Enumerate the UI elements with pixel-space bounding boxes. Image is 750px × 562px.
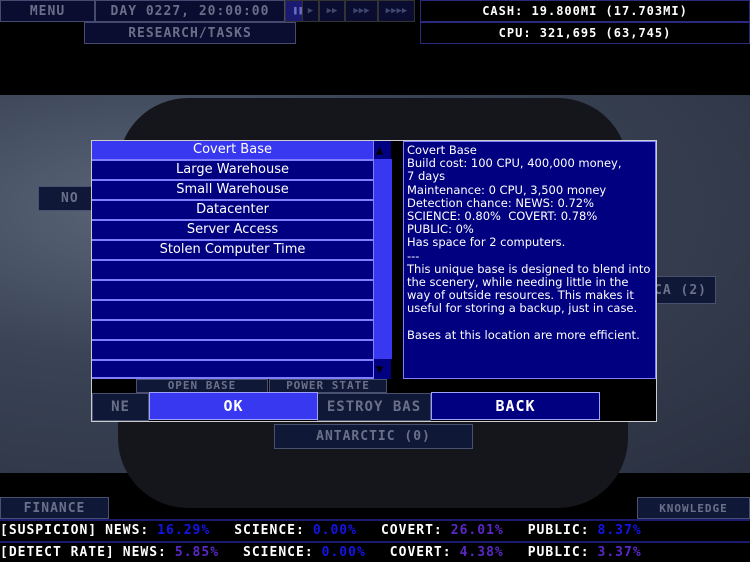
- list-item[interactable]: Large Warehouse: [92, 161, 373, 181]
- speed-3-button[interactable]: ▶▶▶: [345, 0, 378, 22]
- new-base-button: NE: [92, 393, 149, 421]
- knowledge-button[interactable]: KNOWLEDGE: [637, 497, 750, 519]
- menu-button[interactable]: MENU: [0, 0, 95, 22]
- ok-button[interactable]: OK: [149, 392, 318, 420]
- scrollbar-thumb[interactable]: [374, 159, 392, 359]
- destroy-base-button: ESTROY BAS: [317, 393, 431, 421]
- suspicion-covert: 26.01%: [450, 523, 504, 538]
- detect-news: 5.85%: [174, 545, 220, 560]
- list-item[interactable]: [92, 261, 373, 281]
- detect-covert: 4.38%: [459, 545, 504, 560]
- detect-science: 0.00%: [321, 545, 366, 560]
- suspicion-public: 8.37%: [597, 523, 642, 538]
- covert-label: COVERT:: [380, 523, 443, 538]
- covert-label: COVERT:: [389, 545, 452, 560]
- news-label: NEWS:: [105, 523, 150, 538]
- suspicion-science: 0.00%: [312, 523, 357, 538]
- finance-button[interactable]: FINANCE: [0, 497, 109, 519]
- public-label: PUBLIC:: [527, 523, 590, 538]
- suspicion-row: [SUSPICION] NEWS: 16.29% SCIENCE: 0.00% …: [0, 519, 750, 540]
- new-base-dialog: Covert Base Large Warehouse Small Wareho…: [91, 140, 657, 422]
- science-label: SCIENCE:: [243, 545, 314, 560]
- list-item[interactable]: Datacenter: [92, 201, 373, 221]
- day-display: DAY 0227, 20:00:00: [95, 0, 285, 22]
- location-north-america-button[interactable]: NO: [38, 186, 98, 211]
- list-item[interactable]: Server Access: [92, 221, 373, 241]
- research-tasks-button[interactable]: RESEARCH/TASKS: [84, 22, 296, 44]
- detect-rate-label: [DETECT RATE]: [0, 545, 115, 560]
- science-label: SCIENCE:: [234, 523, 305, 538]
- news-label: NEWS:: [122, 545, 167, 560]
- location-button[interactable]: CA (2): [650, 276, 716, 304]
- suspicion-label: [SUSPICION]: [0, 523, 98, 538]
- power-state-button: POWER STATE: [269, 379, 387, 393]
- detect-public: 3.37%: [597, 545, 642, 560]
- list-item[interactable]: Stolen Computer Time: [92, 241, 373, 261]
- location-antarctic-button[interactable]: ANTARCTIC (0): [274, 424, 473, 449]
- detect-rate-row: [DETECT RATE] NEWS: 5.85% SCIENCE: 0.00%…: [0, 541, 750, 562]
- scroll-up-arrow-icon[interactable]: ▲: [376, 143, 383, 157]
- cpu-display: CPU: 321,695 (63,745): [420, 22, 750, 44]
- list-item[interactable]: Small Warehouse: [92, 181, 373, 201]
- back-button[interactable]: BACK: [431, 392, 600, 420]
- scroll-down-arrow-icon[interactable]: ▼: [376, 362, 383, 376]
- list-item[interactable]: [92, 321, 373, 341]
- open-base-button: OPEN BASE: [136, 379, 268, 393]
- list-item[interactable]: Covert Base: [92, 141, 373, 161]
- cash-display: CASH: 19.800mi (17.703mi): [420, 0, 750, 22]
- base-description: Covert Base Build cost: 100 CPU, 400,000…: [403, 141, 656, 379]
- speed-4-button[interactable]: ▶▶▶▶: [378, 0, 415, 22]
- speed-1-button[interactable]: ▶: [302, 0, 319, 22]
- list-item[interactable]: [92, 281, 373, 301]
- list-item[interactable]: [92, 361, 373, 379]
- speed-2-button[interactable]: ▶▶: [319, 0, 345, 22]
- list-item[interactable]: [92, 341, 373, 361]
- list-scrollbar[interactable]: ▲ ▼: [373, 141, 392, 379]
- public-label: PUBLIC:: [527, 545, 590, 560]
- base-type-list[interactable]: Covert Base Large Warehouse Small Wareho…: [92, 141, 373, 379]
- list-item[interactable]: [92, 301, 373, 321]
- suspicion-news: 16.29%: [157, 523, 211, 538]
